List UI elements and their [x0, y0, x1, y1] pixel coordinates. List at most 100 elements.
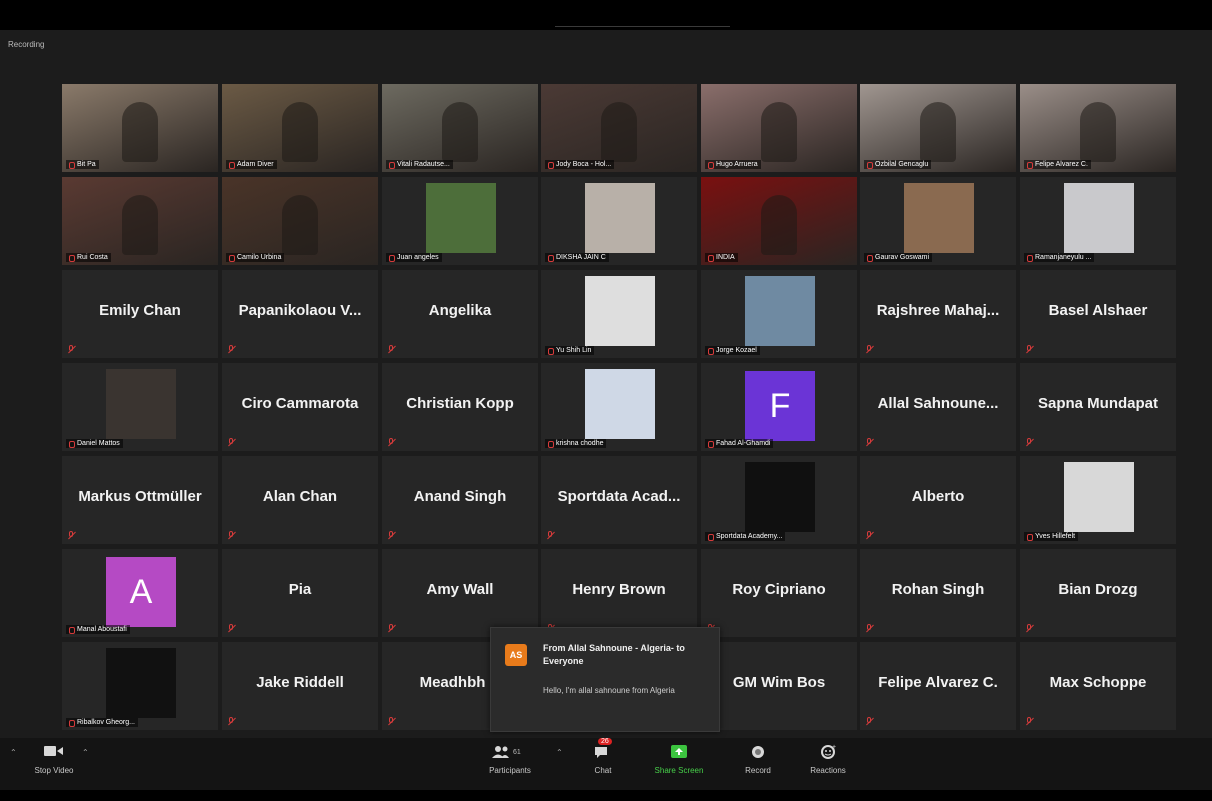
participant-label: krishna chodhe	[545, 439, 607, 448]
participant-tile[interactable]: Jorge Kozael	[701, 270, 857, 358]
participant-tile[interactable]: Ozbilal Gencaglu	[860, 84, 1016, 172]
participant-tile[interactable]: Christian Kopp	[382, 363, 538, 451]
participant-tile[interactable]: Alan Chan	[222, 456, 378, 544]
participant-tile[interactable]: Juan angeles	[382, 177, 538, 265]
participant-name: Alan Chan	[262, 487, 338, 505]
share-screen-label: Share Screen	[654, 766, 704, 775]
participant-tile[interactable]: krishna chodhe	[541, 363, 697, 451]
muted-mic-icon	[388, 438, 395, 447]
participant-photo	[106, 648, 176, 718]
muted-mic-icon	[1026, 438, 1033, 447]
participant-tile[interactable]: F Fahad Al-Ghamdi	[701, 363, 857, 451]
participant-name: Markus Ottmüller	[78, 487, 202, 505]
participant-tile[interactable]: Sapna Mundapat	[1020, 363, 1176, 451]
bottom-bar	[0, 790, 1212, 801]
participant-tile[interactable]: Bian Drozg	[1020, 549, 1176, 637]
participant-label: Felipe Alvarez C.	[1024, 160, 1091, 169]
participant-name: GM Wim Bos	[732, 673, 826, 691]
participant-label: Yves Hillefelt	[1024, 532, 1079, 541]
participant-tile[interactable]: Vitali Radautse...	[382, 84, 538, 172]
chat-icon: 26	[585, 738, 621, 760]
record-button[interactable]: Record	[736, 744, 780, 775]
participant-tile[interactable]: Pia	[222, 549, 378, 637]
stop-video-button[interactable]: Stop Video	[30, 744, 78, 775]
participant-tile[interactable]: A Manal Aboustafi	[62, 549, 218, 637]
participant-tile[interactable]: Emily Chan	[62, 270, 218, 358]
audio-options-caret[interactable]: ⌃	[10, 748, 17, 757]
participant-tile[interactable]: Sportdata Acad...	[541, 456, 697, 544]
chat-notification-sender: From Allal Sahnoune - Algeria- to Everyo…	[543, 643, 685, 666]
meeting-toolbar: ⌃ Stop Video ⌃ 61 Participants ⌃ 26 Chat…	[0, 738, 1212, 790]
participant-tile[interactable]: Jody Boca - Hol...	[541, 84, 697, 172]
participant-label: Daniel Mattos	[66, 439, 123, 448]
person-silhouette	[761, 195, 797, 255]
participant-name: Alberto	[911, 487, 965, 505]
participant-tile[interactable]: Angelika	[382, 270, 538, 358]
person-silhouette	[122, 102, 158, 162]
participant-tile[interactable]: Ciro Cammarota	[222, 363, 378, 451]
participant-tile[interactable]: Felipe Alvarez C.	[860, 642, 1016, 730]
person-silhouette	[601, 102, 637, 162]
participant-tile[interactable]: Markus Ottmüller	[62, 456, 218, 544]
participant-tile[interactable]: Camilo Urbina	[222, 177, 378, 265]
chat-button[interactable]: 26 Chat	[585, 738, 621, 775]
participant-tile[interactable]: Max Schoppe	[1020, 642, 1176, 730]
person-silhouette	[442, 102, 478, 162]
participant-tile[interactable]: Bit Pa	[62, 84, 218, 172]
muted-mic-icon	[228, 717, 235, 726]
participant-tile[interactable]: Ramanjaneyulu ...	[1020, 177, 1176, 265]
participant-tile[interactable]: Adam Diver	[222, 84, 378, 172]
avatar-letter: F	[769, 386, 791, 425]
participant-tile[interactable]: Sportdata Academy...	[701, 456, 857, 544]
participant-tile[interactable]: Rajshree Mahaj...	[860, 270, 1016, 358]
participant-tile[interactable]: Rui Costa	[62, 177, 218, 265]
participant-name: Pia	[288, 580, 312, 598]
chat-notification[interactable]: AS From Allal Sahnoune - Algeria- to Eve…	[490, 627, 720, 732]
participant-name: Felipe Alvarez C.	[878, 673, 998, 691]
participant-tile[interactable]: Henry Brown	[541, 549, 697, 637]
participant-tile[interactable]: Basel Alshaer	[1020, 270, 1176, 358]
person-silhouette	[761, 102, 797, 162]
video-options-caret[interactable]: ⌃	[82, 748, 89, 757]
participant-tile[interactable]: Alberto	[860, 456, 1016, 544]
participant-tile[interactable]: GM Wim Bos	[701, 642, 857, 730]
participant-tile[interactable]: Yves Hillefelt	[1020, 456, 1176, 544]
muted-mic-icon	[866, 624, 873, 633]
participant-avatar: F	[745, 371, 815, 441]
participants-options-caret[interactable]: ⌃	[556, 748, 563, 757]
participant-name: Rohan Singh	[891, 580, 985, 598]
participant-tile[interactable]: Allal Sahnoune...	[860, 363, 1016, 451]
participant-tile[interactable]: Felipe Alvarez C.	[1020, 84, 1176, 172]
svg-text:+: +	[832, 744, 836, 751]
reactions-smiley-icon: +	[800, 744, 856, 760]
participant-tile[interactable]: Amy Wall	[382, 549, 538, 637]
participant-label: Camilo Urbina	[226, 253, 285, 262]
participant-label: Manal Aboustafi	[66, 625, 130, 634]
participant-tile[interactable]: Yu Shih Lin	[541, 270, 697, 358]
reactions-label: Reactions	[810, 766, 846, 775]
participant-tile[interactable]: Daniel Mattos	[62, 363, 218, 451]
participant-tile[interactable]: Gaurav Goswami	[860, 177, 1016, 265]
participant-tile[interactable]: INDIA	[701, 177, 857, 265]
participant-label: Juan angeles	[386, 253, 442, 262]
participant-tile[interactable]: DIKSHA JAIN C	[541, 177, 697, 265]
participant-tile[interactable]: Hugo Arruera	[701, 84, 857, 172]
muted-mic-icon	[1026, 624, 1033, 633]
participant-name: Amy Wall	[426, 580, 494, 598]
participant-photo	[904, 183, 974, 253]
participant-name: Max Schoppe	[1049, 673, 1147, 691]
participant-tile[interactable]: Rohan Singh	[860, 549, 1016, 637]
record-icon	[736, 744, 780, 760]
participant-name: Sapna Mundapat	[1037, 394, 1158, 412]
share-screen-button[interactable]: Share Screen	[646, 744, 712, 775]
stop-video-label: Stop Video	[34, 766, 74, 775]
participant-tile[interactable]: Jake Riddell	[222, 642, 378, 730]
participant-tile[interactable]: Ribalkov Gheorg...	[62, 642, 218, 730]
reactions-button[interactable]: + Reactions	[800, 744, 856, 775]
participant-label: Hugo Arruera	[705, 160, 761, 169]
participant-tile[interactable]: Papanikolaou V...	[222, 270, 378, 358]
participants-button[interactable]: 61 Participants	[478, 744, 542, 775]
person-silhouette	[282, 195, 318, 255]
participant-tile[interactable]: Roy Cipriano	[701, 549, 857, 637]
participant-tile[interactable]: Anand Singh	[382, 456, 538, 544]
